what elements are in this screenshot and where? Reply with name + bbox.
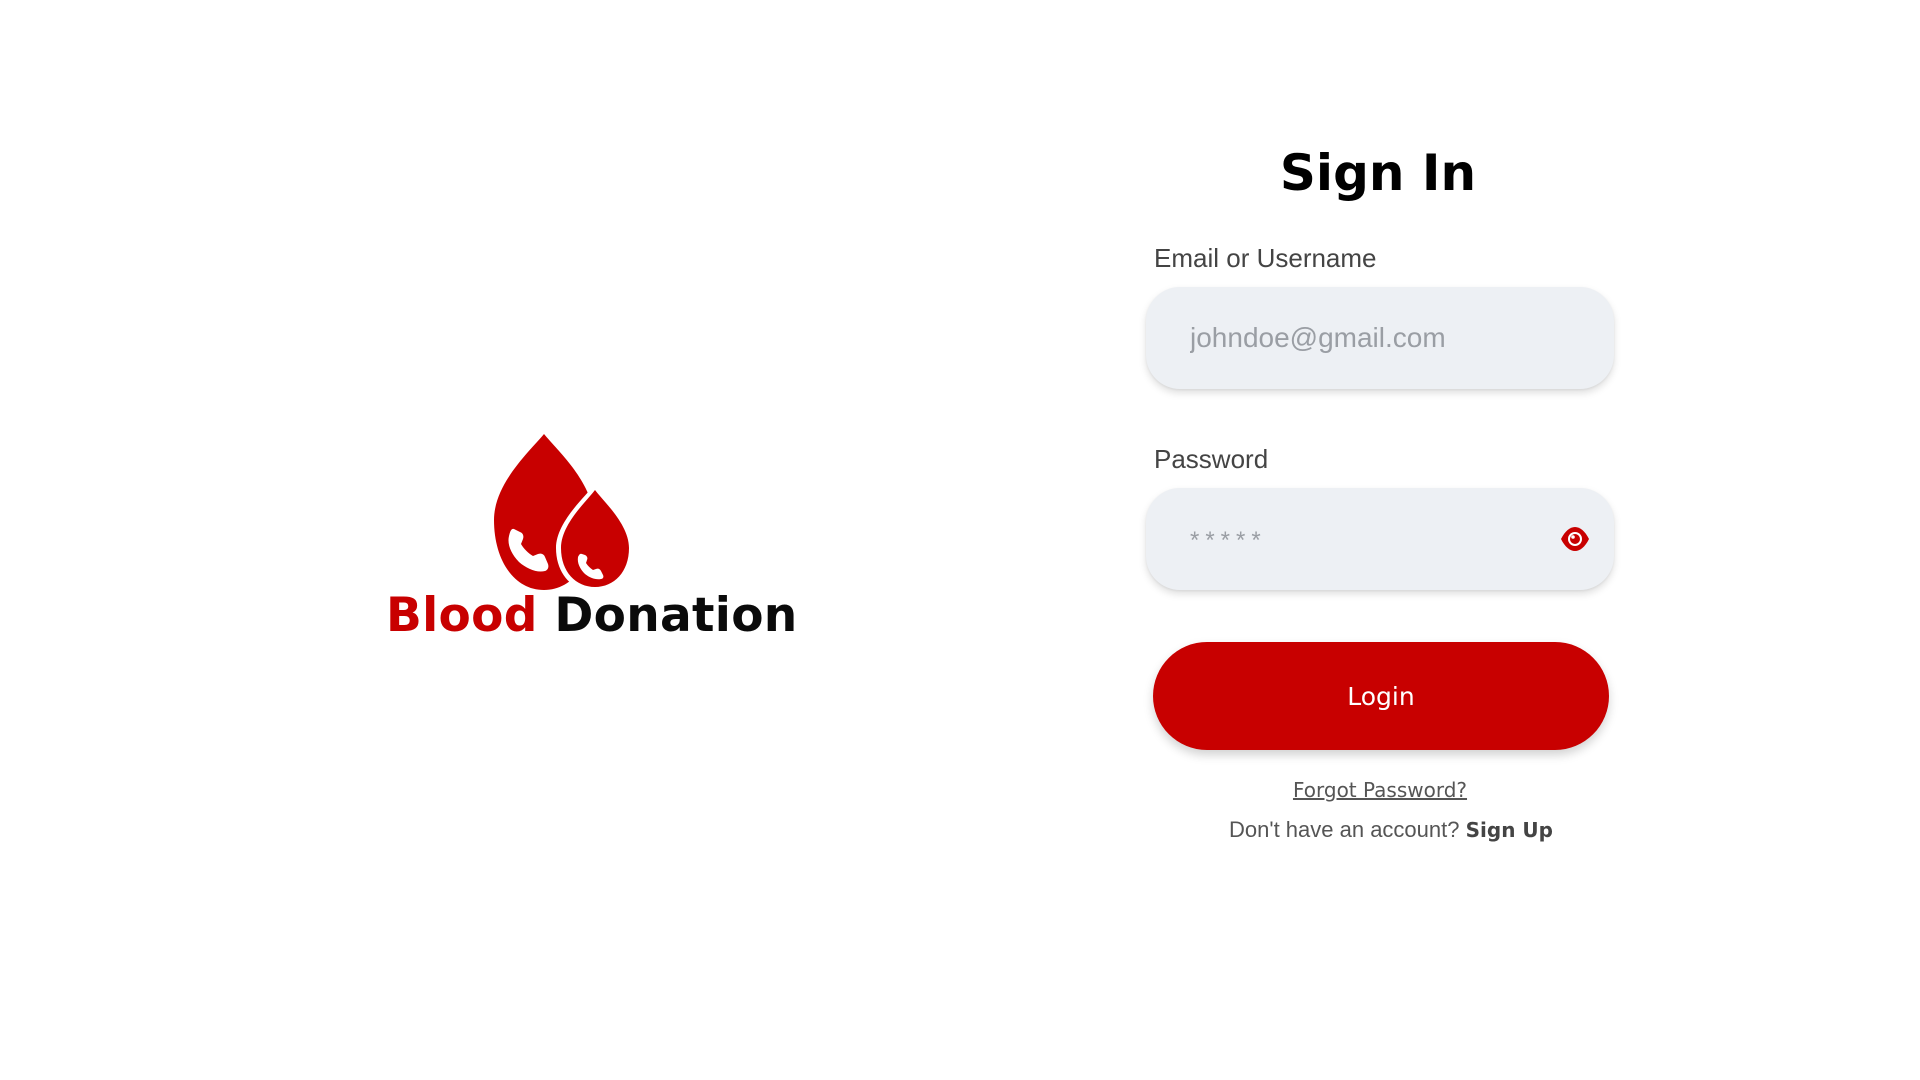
signup-prompt-text: Don't have an account? — [1229, 817, 1460, 842]
page-title: Sign In — [1279, 144, 1477, 202]
email-label: Email or Username — [1154, 243, 1377, 273]
brand-word-donation: Donation — [554, 588, 798, 643]
blood-drop-phone-icon — [494, 434, 633, 590]
sign-in-page: Blood Donation Sign In Email or Username… — [0, 0, 1920, 1080]
login-button[interactable]: Login — [1153, 642, 1609, 750]
signup-prompt-line: Don't have an account? Sign Up — [1146, 815, 1636, 845]
password-field-container — [1146, 488, 1614, 590]
forgot-password-link[interactable]: Forgot Password? — [1146, 776, 1614, 804]
eye-icon[interactable] — [1560, 525, 1590, 553]
signup-link[interactable]: Sign Up — [1466, 818, 1553, 842]
email-field-container — [1146, 287, 1614, 389]
brand-name: Blood Donation — [386, 586, 797, 646]
password-field[interactable] — [1190, 488, 1550, 590]
brand-word-blood: Blood — [386, 588, 538, 643]
password-label: Password — [1154, 444, 1269, 474]
email-field[interactable] — [1190, 287, 1550, 389]
brand-logo: Blood Donation — [386, 434, 797, 646]
